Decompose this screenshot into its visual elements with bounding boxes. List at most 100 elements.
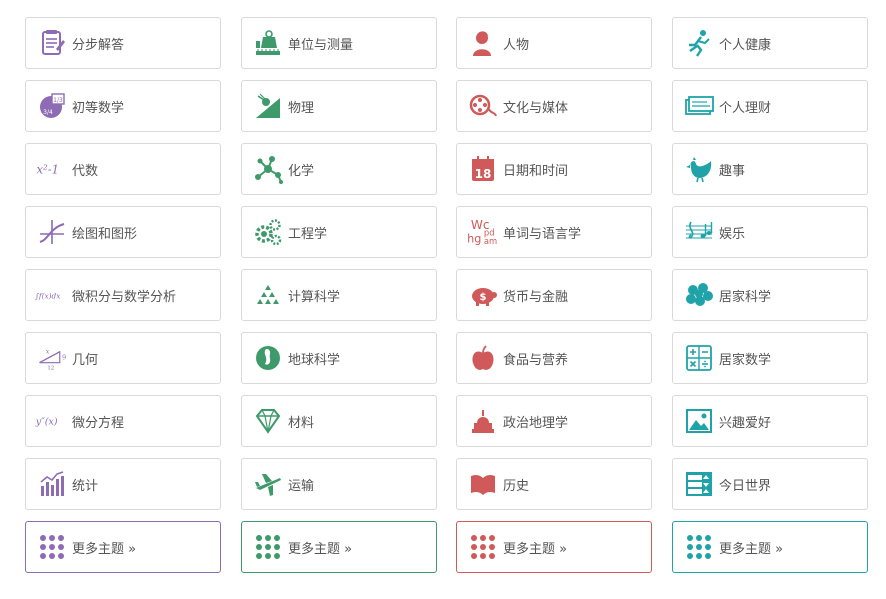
topic-tile[interactable]: 1/3 3/4 初等数学 (25, 80, 221, 132)
words-linguistics-icon: Wc hg pd am (465, 217, 501, 247)
more-topics-button[interactable]: 更多主题 » (672, 521, 868, 573)
topic-tile[interactable]: x 9 12 几何 (25, 332, 221, 384)
topic-tile[interactable]: 绘图和图形 (25, 206, 221, 258)
more-dots-icon (250, 532, 286, 562)
topic-label: 工程学 (288, 226, 328, 242)
svg-text:1/3: 1/3 (53, 97, 63, 104)
topic-label: 化学 (288, 163, 315, 179)
topic-tile[interactable]: 今日世界 (672, 458, 868, 510)
topic-label: 初等数学 (72, 100, 125, 116)
more-topics-label: 更多主题 » (503, 541, 568, 557)
topic-tile[interactable]: x²-1 代数 (25, 143, 221, 195)
topic-label: 文化与媒体 (503, 100, 569, 116)
more-topics-label: 更多主题 » (288, 541, 353, 557)
statistics-icon (34, 469, 70, 499)
topic-tile[interactable]: 地球科学 (241, 332, 437, 384)
surprises-chicken-icon (681, 154, 717, 184)
topic-label: 几何 (72, 352, 99, 368)
topic-tile[interactable]: 个人理财 (672, 80, 868, 132)
food-apple-icon (465, 343, 501, 373)
svg-text:hg: hg (467, 232, 481, 245)
todays-world-board-icon (681, 469, 717, 499)
topic-tile[interactable]: 居家科学 (672, 269, 868, 321)
topic-tile[interactable]: ∫f(x)dx 微积分与数学分析 (25, 269, 221, 321)
svg-text:3/4: 3/4 (43, 109, 53, 116)
svg-text:9: 9 (62, 355, 66, 362)
topic-label: 今日世界 (719, 478, 772, 494)
physics-icon (250, 91, 286, 121)
topic-tile[interactable]: 个人健康 (672, 17, 868, 69)
topic-tile[interactable]: 食品与营养 (456, 332, 652, 384)
topic-tile[interactable]: 物理 (241, 80, 437, 132)
svg-text:18: 18 (475, 167, 492, 181)
algebra-icon: x²-1 (34, 154, 70, 184)
topic-tile[interactable]: 统计 (25, 458, 221, 510)
svg-text:x²-1: x²-1 (36, 163, 59, 177)
topic-label: 物理 (288, 100, 315, 116)
topic-label: 趣事 (719, 163, 746, 179)
topic-tile[interactable]: 化学 (241, 143, 437, 195)
culture-media-film-icon (465, 91, 501, 121)
svg-text:am: am (484, 236, 497, 246)
topic-label: 居家数学 (719, 352, 772, 368)
entertainment-music-icon (681, 217, 717, 247)
topic-tile[interactable]: 工程学 (241, 206, 437, 258)
topic-label: 日期和时间 (503, 163, 569, 179)
topic-label: 居家科学 (719, 289, 772, 305)
topic-label: 运输 (288, 478, 315, 494)
more-dots-icon (465, 532, 501, 562)
topic-label: 政治地理学 (503, 415, 569, 431)
topic-label: 绘图和图形 (72, 226, 138, 242)
more-dots-icon (681, 532, 717, 562)
people-icon (465, 28, 501, 58)
engineering-gears-icon (250, 217, 286, 247)
differential-equations-icon: y″(x) (34, 406, 70, 436)
topic-tile[interactable]: 政治地理学 (456, 395, 652, 447)
topic-tile[interactable]: 历史 (456, 458, 652, 510)
topic-grid: 分步解答 1/3 3/4 初等数学 x²-1 代数 绘图和图形 ∫f(x)dx 微积分与数学分析… (0, 0, 886, 599)
topic-tile[interactable]: 18 日期和时间 (456, 143, 652, 195)
topic-label: 单词与语言学 (503, 226, 582, 242)
chemistry-icon (250, 154, 286, 184)
topic-tile[interactable]: $ 货币与金融 (456, 269, 652, 321)
topic-tile[interactable]: 娱乐 (672, 206, 868, 258)
dates-calendar-icon: 18 (465, 154, 501, 184)
topic-label: 人物 (503, 37, 530, 53)
topic-tile[interactable]: 兴趣爱好 (672, 395, 868, 447)
earth-science-icon (250, 343, 286, 373)
personal-finance-check-icon (681, 91, 717, 121)
geometry-icon: x 9 12 (34, 343, 70, 373)
household-math-icon (681, 343, 717, 373)
topic-tile[interactable]: 运输 (241, 458, 437, 510)
svg-text:$: $ (480, 292, 487, 303)
topic-tile[interactable]: 人物 (456, 17, 652, 69)
materials-diamond-icon (250, 406, 286, 436)
topic-label: 货币与金融 (503, 289, 569, 305)
topic-tile[interactable]: 计算科学 (241, 269, 437, 321)
units-measures-icon (250, 28, 286, 58)
topic-label: 统计 (72, 478, 99, 494)
topic-label: 个人健康 (719, 37, 772, 53)
topic-label: 微分方程 (72, 415, 125, 431)
more-topics-button[interactable]: 更多主题 » (456, 521, 652, 573)
topic-tile[interactable]: 文化与媒体 (456, 80, 652, 132)
topic-label: 娱乐 (719, 226, 746, 242)
topic-tile[interactable]: 分步解答 (25, 17, 221, 69)
svg-text:y″(x): y″(x) (35, 417, 58, 428)
more-topics-label: 更多主题 » (72, 541, 137, 557)
step-by-step-icon (34, 28, 70, 58)
elementary-math-icon: 1/3 3/4 (34, 91, 70, 121)
topic-tile[interactable]: y″(x) 微分方程 (25, 395, 221, 447)
topic-label: 个人理财 (719, 100, 772, 116)
more-topics-button[interactable]: 更多主题 » (25, 521, 221, 573)
topic-tile[interactable]: 材料 (241, 395, 437, 447)
topic-tile[interactable]: 趣事 (672, 143, 868, 195)
topic-tile[interactable]: 单位与测量 (241, 17, 437, 69)
personal-health-runner-icon (681, 28, 717, 58)
topic-tile[interactable]: 居家数学 (672, 332, 868, 384)
topic-tile[interactable]: Wc hg pd am 单词与语言学 (456, 206, 652, 258)
more-topics-button[interactable]: 更多主题 » (241, 521, 437, 573)
transportation-plane-icon (250, 469, 286, 499)
topic-label: 计算科学 (288, 289, 341, 305)
topic-label: 代数 (72, 163, 99, 179)
